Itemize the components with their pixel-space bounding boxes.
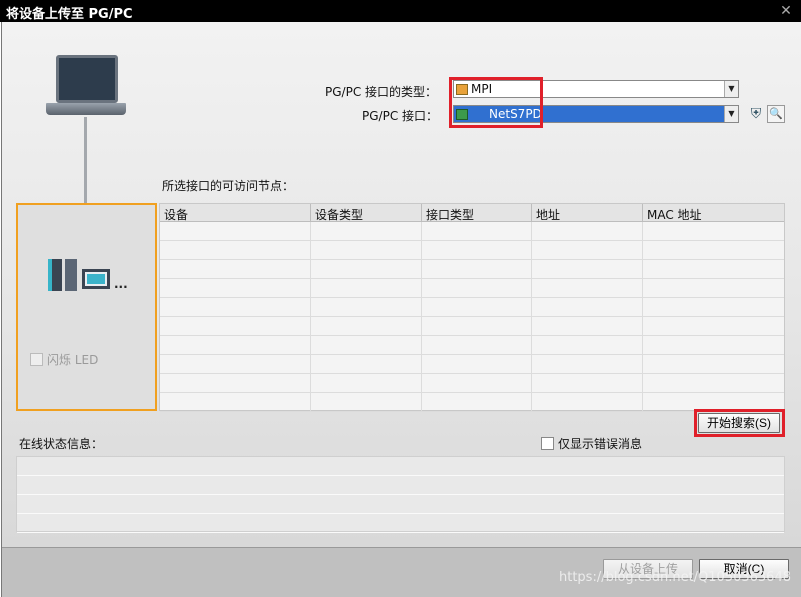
table-row[interactable] — [160, 317, 784, 336]
table-cell — [160, 241, 311, 260]
table-row[interactable] — [160, 374, 784, 393]
table-cell — [160, 393, 311, 412]
table-cell — [311, 260, 422, 279]
table-cell — [422, 355, 532, 374]
table-row[interactable] — [160, 298, 784, 317]
column-device[interactable]: 设备 — [160, 204, 311, 222]
table-cell — [422, 222, 532, 241]
table-cell — [422, 241, 532, 260]
table-cell — [311, 241, 422, 260]
plc-device-icon: ... — [48, 259, 128, 293]
table-cell — [311, 222, 422, 241]
table-cell — [160, 298, 311, 317]
flash-led-option[interactable]: 闪烁 LED — [30, 351, 98, 368]
column-interface-type[interactable]: 接口类型 — [422, 204, 532, 222]
table-row[interactable] — [160, 222, 784, 241]
table-cell — [160, 317, 311, 336]
online-status-list — [16, 456, 785, 533]
table-cell — [160, 260, 311, 279]
column-mac-address[interactable]: MAC 地址 — [643, 204, 784, 222]
window-title: 将设备上传至 PG/PC — [6, 7, 133, 22]
table-cell — [643, 241, 784, 260]
interface-type-label: PG/PC 接口的类型： — [325, 85, 438, 99]
close-icon[interactable]: ✕ — [775, 2, 797, 20]
properties-icon[interactable]: 🔍 — [767, 105, 785, 123]
dialog-body: ... 闪烁 LED PG/PC 接口的类型： MPI ▼ PG/PC 接口： … — [1, 22, 801, 597]
table-cell — [532, 298, 643, 317]
table-cell — [311, 317, 422, 336]
accessible-nodes-table: 设备 设备类型 接口类型 地址 MAC 地址 — [159, 203, 785, 412]
table-cell — [422, 298, 532, 317]
table-cell — [532, 241, 643, 260]
table-row[interactable] — [160, 241, 784, 260]
interface-port-label: PG/PC 接口： — [362, 109, 439, 123]
table-cell — [160, 374, 311, 393]
only-errors-option[interactable]: 仅显示错误消息 — [541, 435, 642, 452]
table-cell — [532, 374, 643, 393]
only-errors-label: 仅显示错误消息 — [558, 437, 643, 451]
chevron-down-icon[interactable]: ▼ — [724, 81, 738, 97]
highlight-interface-box — [449, 77, 543, 128]
accessible-nodes-label: 所选接口的可访问节点： — [162, 179, 295, 193]
only-errors-checkbox[interactable] — [541, 437, 554, 450]
status-line — [17, 514, 784, 533]
window-titlebar: 将设备上传至 PG/PC ✕ — [0, 0, 801, 22]
table-cell — [643, 336, 784, 355]
table-cell — [643, 355, 784, 374]
column-address[interactable]: 地址 — [532, 204, 643, 222]
table-cell — [532, 355, 643, 374]
table-cell — [311, 279, 422, 298]
table-cell — [532, 336, 643, 355]
dialog-upper-area: ... 闪烁 LED PG/PC 接口的类型： MPI ▼ PG/PC 接口： … — [2, 22, 801, 547]
status-line — [17, 495, 784, 514]
target-device-panel: ... 闪烁 LED — [16, 203, 157, 411]
table-cell — [422, 336, 532, 355]
table-cell — [311, 393, 422, 412]
table-cell — [422, 374, 532, 393]
table-cell — [311, 336, 422, 355]
table-cell — [643, 222, 784, 241]
table-cell — [422, 260, 532, 279]
table-cell — [532, 260, 643, 279]
table-row[interactable] — [160, 355, 784, 374]
table-cell — [160, 336, 311, 355]
table-cell — [643, 260, 784, 279]
table-cell — [311, 374, 422, 393]
table-cell — [160, 279, 311, 298]
table-body — [160, 222, 784, 412]
table-row[interactable] — [160, 260, 784, 279]
table-cell — [311, 298, 422, 317]
pgpc-laptop-icon — [46, 55, 126, 117]
table-cell — [422, 279, 532, 298]
table-cell — [422, 393, 532, 412]
chevron-down-icon[interactable]: ▼ — [724, 106, 738, 122]
table-row[interactable] — [160, 393, 784, 412]
table-cell — [532, 222, 643, 241]
shield-icon[interactable]: ⛨ — [747, 105, 765, 123]
online-status-label: 在线状态信息： — [19, 437, 104, 451]
table-cell — [532, 393, 643, 412]
highlight-search-box — [694, 409, 785, 437]
status-line — [17, 457, 784, 476]
table-cell — [643, 279, 784, 298]
table-cell — [532, 317, 643, 336]
table-header: 设备 设备类型 接口类型 地址 MAC 地址 — [160, 204, 784, 222]
column-device-type[interactable]: 设备类型 — [311, 204, 422, 222]
table-row[interactable] — [160, 279, 784, 298]
table-cell — [643, 317, 784, 336]
table-cell — [643, 298, 784, 317]
table-cell — [532, 279, 643, 298]
table-cell — [160, 355, 311, 374]
status-line — [17, 476, 784, 495]
flash-led-checkbox[interactable] — [30, 353, 43, 366]
table-cell — [160, 222, 311, 241]
table-row[interactable] — [160, 336, 784, 355]
table-cell — [311, 355, 422, 374]
table-cell — [422, 317, 532, 336]
watermark-text: https://blog.csdn.net/Q1050363648 — [558, 570, 791, 585]
flash-led-label: 闪烁 LED — [47, 353, 99, 367]
table-cell — [643, 374, 784, 393]
